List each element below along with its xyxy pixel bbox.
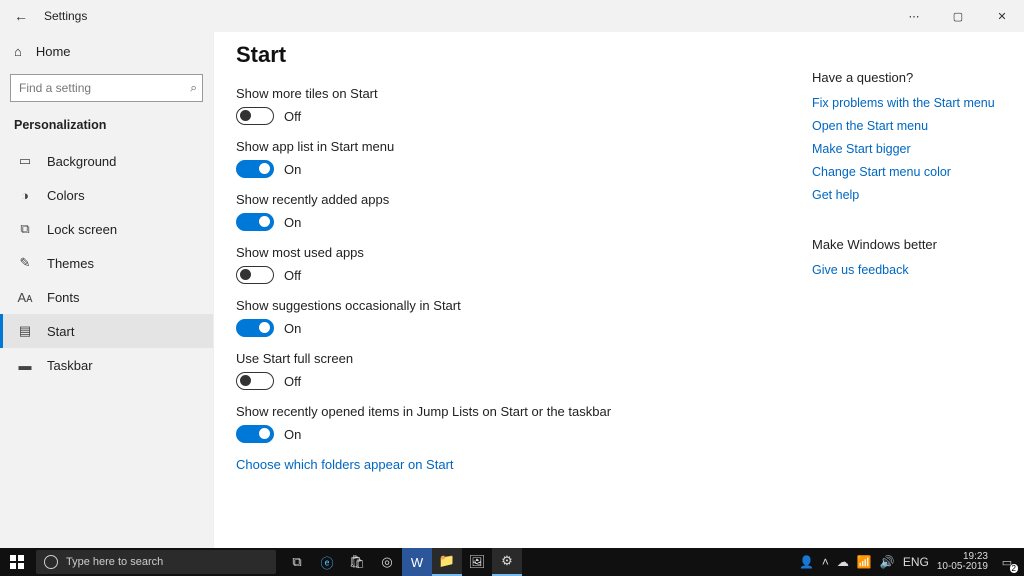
window-title: Settings [44,9,87,23]
taskbar-app-chrome[interactable]: ◎ [372,548,402,576]
sidebar-item-background[interactable]: ▭ Background [0,144,213,178]
clock[interactable]: 19:23 10-05-2019 [937,552,988,572]
sidebar-item-label: Background [47,154,116,169]
clock-date: 10-05-2019 [937,562,988,572]
sidebar-item-taskbar[interactable]: ▬ Taskbar [0,348,213,382]
setting-label: Show recently added apps [236,192,796,207]
sidebar: ⌂ Home ⌕ Personalization ▭ Background ◑ … [0,32,214,548]
image-icon: ▭ [17,153,33,169]
setting-label: Show suggestions occasionally in Start [236,298,796,313]
toggle-state: On [284,321,301,336]
setting-label: Show more tiles on Start [236,86,796,101]
home-label: Home [36,44,71,59]
help-link[interactable]: Make Start bigger [812,141,1002,158]
onedrive-icon[interactable]: ☁ [837,555,849,569]
toggle-state: On [284,427,301,442]
sidebar-item-label: Themes [47,256,94,271]
close-button[interactable]: ✕ [980,0,1024,32]
windows-icon [10,555,24,569]
toggle-switch[interactable] [236,266,274,284]
cortana-icon [44,555,58,569]
lock-icon: ⧉ [17,221,33,237]
toggle-state: Off [284,268,301,283]
sidebar-item-colors[interactable]: ◑ Colors [0,178,213,212]
toggle-switch[interactable] [236,213,274,231]
right-column: Have a question? Fix problems with the S… [812,42,1002,548]
taskbar-app-paint[interactable]: 🖼 [462,548,492,576]
volume-icon[interactable]: 🔊 [880,555,895,569]
toggle-state: Off [284,109,301,124]
sidebar-item-themes[interactable]: ✎ Themes [0,246,213,280]
taskbar-app-store[interactable]: 🛍 [342,548,372,576]
feedback-heading: Make Windows better [812,237,1002,252]
toggle-switch[interactable] [236,372,274,390]
toggle-state: On [284,215,301,230]
action-center-button[interactable]: ▭ 2 [996,551,1018,573]
question-heading: Have a question? [812,70,1002,85]
choose-folders-link[interactable]: Choose which folders appear on Start [236,457,796,472]
home-button[interactable]: ⌂ Home [0,34,213,68]
help-link[interactable]: Open the Start menu [812,118,1002,135]
more-button[interactable]: ⋯ [892,0,936,32]
toggle-switch[interactable] [236,425,274,443]
toggle-switch[interactable] [236,319,274,337]
tray-expand-icon[interactable]: ˄ [822,555,829,569]
search-input[interactable] [10,74,203,102]
content: Start Show more tiles on Start Off Show ap… [236,42,796,548]
sidebar-item-lockscreen[interactable]: ⧉ Lock screen [0,212,213,246]
help-link[interactable]: Fix problems with the Start menu [812,95,1002,112]
palette-icon: ◑ [17,188,33,203]
toggle-state: On [284,162,301,177]
taskbar: Type here to search ⧉ ⓔ 🛍 ◎ W 📁 🖼 ⚙ 👤 ˄ … [0,548,1024,576]
sidebar-item-label: Start [47,324,74,339]
taskbar-app-explorer[interactable]: 📁 [432,548,462,576]
maximize-button[interactable]: ▢ [936,0,980,32]
sidebar-item-label: Taskbar [47,358,93,373]
toggle-state: Off [284,374,301,389]
setting-label: Show recently opened items in Jump Lists… [236,404,796,419]
language-indicator[interactable]: ENG [903,555,929,569]
back-button[interactable]: ← [12,8,30,24]
network-icon[interactable]: 📶 [857,555,872,569]
section-title: Personalization [0,112,213,144]
font-icon: Aᴀ [17,290,33,305]
setting-label: Show app list in Start menu [236,139,796,154]
sidebar-item-label: Fonts [47,290,80,305]
people-icon[interactable]: 👤 [799,555,814,569]
toggle-switch[interactable] [236,107,274,125]
sidebar-item-start[interactable]: ▤ Start [0,314,213,348]
toggle-switch[interactable] [236,160,274,178]
notification-badge: 2 [1010,564,1018,573]
page-title: Start [236,42,796,68]
taskbar-app-settings[interactable]: ⚙ [492,548,522,576]
feedback-link[interactable]: Give us feedback [812,262,1002,279]
taskbar-search-placeholder: Type here to search [66,556,163,568]
start-button[interactable] [0,548,34,576]
sidebar-item-label: Lock screen [47,222,117,237]
sidebar-item-fonts[interactable]: Aᴀ Fonts [0,280,213,314]
taskbar-app-word[interactable]: W [402,548,432,576]
taskbar-search[interactable]: Type here to search [36,550,276,574]
taskbar-icon: ▬ [17,358,33,373]
taskbar-app-edge[interactable]: ⓔ [312,548,342,576]
start-icon: ▤ [17,323,33,339]
setting-label: Use Start full screen [236,351,796,366]
brush-icon: ✎ [17,255,33,271]
home-icon: ⌂ [14,44,22,59]
help-link[interactable]: Change Start menu color [812,164,1002,181]
help-link[interactable]: Get help [812,187,1002,204]
sidebar-item-label: Colors [47,188,85,203]
task-view-button[interactable]: ⧉ [282,548,312,576]
setting-label: Show most used apps [236,245,796,260]
